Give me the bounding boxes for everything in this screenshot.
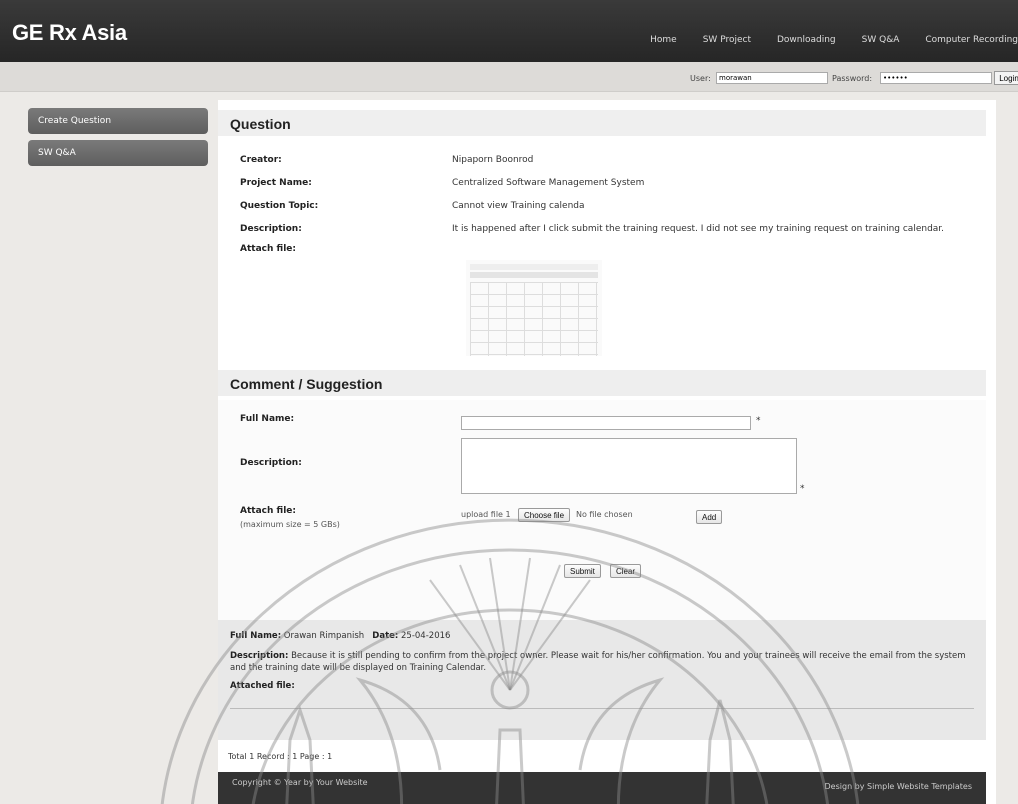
- comment-attach-label: Attach file:: [240, 506, 296, 516]
- project-name-value: Centralized Software Management System: [452, 178, 645, 188]
- thumbnail-header-row: [470, 272, 598, 278]
- comment-entry: Full Name: Orawan Rimpanish Date: 25-04-…: [218, 620, 986, 740]
- submit-button[interactable]: Submit: [564, 564, 601, 578]
- entry-attached-file: Attached file:: [230, 680, 974, 692]
- user-label: User:: [690, 74, 711, 83]
- entry-full-name: Orawan Rimpanish: [283, 631, 365, 641]
- pagination-info: Total 1 Record : 1 Page : 1: [228, 752, 333, 761]
- clear-button[interactable]: Clear: [610, 564, 642, 578]
- main-nav: Home SW Project Downloading SW Q&A Compu…: [624, 35, 1018, 45]
- description-value: It is happened after I click submit the …: [452, 224, 945, 234]
- full-name-required-mark: *: [756, 416, 761, 426]
- question-topic-label: Question Topic:: [240, 201, 319, 211]
- description-required-mark: *: [800, 484, 805, 494]
- thumbnail-calendar-grid: [470, 282, 598, 356]
- entry-description-label: Description:: [230, 651, 289, 661]
- nav-home[interactable]: Home: [650, 35, 677, 45]
- footer-copyright: Copyright © Year by Your Website: [232, 778, 368, 787]
- login-button[interactable]: Login: [994, 71, 1018, 85]
- description-textarea[interactable]: [461, 438, 797, 494]
- comment-heading: Comment / Suggestion: [218, 370, 986, 396]
- entry-attached-label: Attached file:: [230, 681, 295, 691]
- comment-description-label: Description:: [240, 458, 302, 468]
- entry-full-name-label: Full Name:: [230, 631, 282, 641]
- creator-value: Nipaporn Boonrod: [452, 155, 534, 165]
- comment-form: Full Name: * Description: * Attach file:…: [218, 400, 986, 620]
- site-logo[interactable]: GE Rx Asia: [12, 20, 127, 46]
- main-content: Question Creator: Nipaporn Boonrod Proje…: [218, 100, 996, 804]
- top-header: GE Rx Asia Home SW Project Downloading S…: [0, 0, 1018, 62]
- question-topic-value: Cannot view Training calenda: [452, 201, 585, 211]
- full-name-label: Full Name:: [240, 414, 295, 424]
- footer: Copyright © Year by Your Website Design …: [218, 772, 986, 804]
- creator-label: Creator:: [240, 155, 282, 165]
- question-heading: Question: [218, 110, 986, 136]
- username-input[interactable]: [716, 72, 828, 84]
- entry-description-text: Because it is still pending to confirm f…: [230, 651, 966, 673]
- nav-sw-project[interactable]: SW Project: [703, 35, 751, 45]
- description-label: Description:: [240, 224, 302, 234]
- nav-computer-recording[interactable]: Computer Recording: [925, 35, 1018, 45]
- full-name-input[interactable]: [461, 416, 751, 430]
- sidebar-item-create-question[interactable]: Create Question: [28, 108, 208, 134]
- entry-meta: Full Name: Orawan Rimpanish Date: 25-04-…: [230, 630, 974, 642]
- attach-size-note: (maximum size = 5 GBs): [240, 520, 340, 529]
- thumbnail-toolbar: [470, 264, 598, 270]
- login-bar: User: Password: Login: [0, 62, 1018, 92]
- entry-date-label: Date:: [372, 631, 399, 641]
- choose-file-button[interactable]: Choose file: [518, 508, 571, 522]
- password-input[interactable]: [880, 72, 992, 84]
- attach-file-label: Attach file:: [240, 244, 296, 254]
- nav-sw-qa[interactable]: SW Q&A: [862, 35, 900, 45]
- password-label: Password:: [832, 74, 873, 83]
- sidebar-item-sw-qa[interactable]: SW Q&A: [28, 140, 208, 166]
- no-file-chosen-text: No file chosen: [576, 510, 633, 519]
- add-file-button[interactable]: Add: [696, 510, 723, 524]
- sidebar: Create Question SW Q&A: [28, 108, 208, 172]
- nav-downloading[interactable]: Downloading: [777, 35, 836, 45]
- entry-date: 25-04-2016: [401, 631, 451, 641]
- project-name-label: Project Name:: [240, 178, 312, 188]
- entry-divider: [230, 708, 974, 709]
- upload-file-label: upload file 1: [461, 510, 511, 519]
- footer-design-credit[interactable]: Design by Simple Website Templates: [825, 782, 972, 791]
- attachment-thumbnail[interactable]: [466, 260, 602, 356]
- entry-description: Description: Because it is still pending…: [230, 650, 974, 674]
